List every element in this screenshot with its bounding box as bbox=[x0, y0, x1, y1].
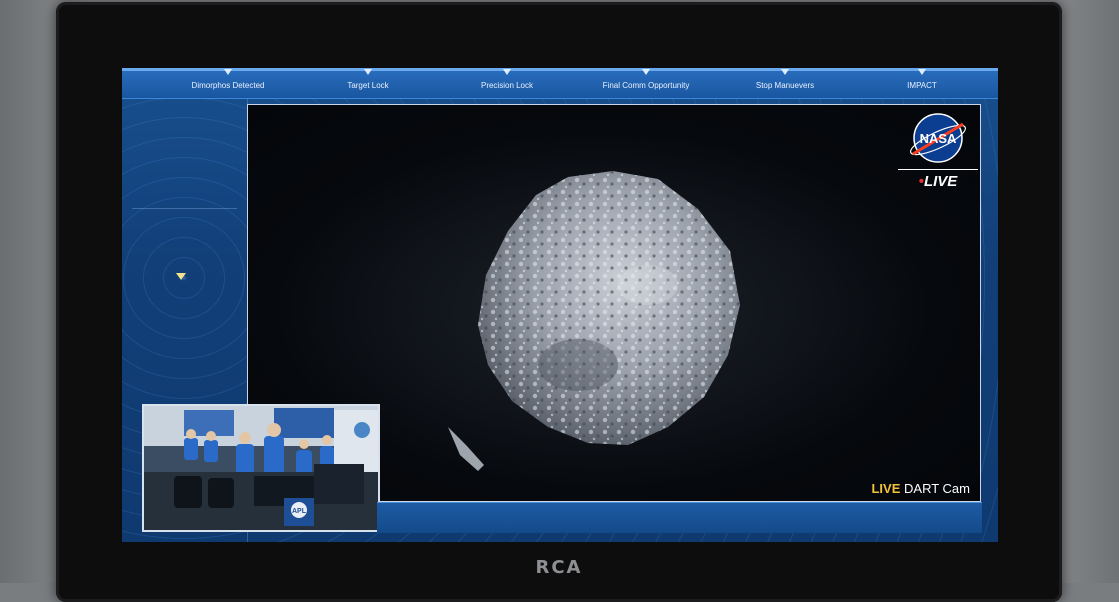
live-badge: •LIVE bbox=[898, 169, 978, 190]
milestone-precision-lock: Precision Lock bbox=[480, 81, 534, 90]
timeline-track bbox=[122, 68, 998, 71]
bottom-info-strip bbox=[377, 502, 982, 533]
left-marker-icon bbox=[176, 273, 186, 280]
milestone-impact: IMPACT bbox=[907, 81, 937, 90]
mission-control-scene: APL bbox=[144, 406, 378, 530]
asteroid-surface-texture bbox=[478, 171, 740, 445]
asteroid-shadow bbox=[538, 339, 618, 391]
mission-control-pip: APL bbox=[142, 404, 380, 532]
screen: Dimorphos Detected Target Lock Precision… bbox=[122, 68, 998, 542]
timeline-tick-icon bbox=[642, 69, 650, 75]
cam-name-text: DART Cam bbox=[904, 481, 970, 496]
timeline-tick-icon bbox=[224, 69, 232, 75]
milestone-stop-maneuvers: Stop Manuevers bbox=[755, 81, 815, 90]
asteroid-dimorphos-image bbox=[448, 171, 740, 471]
nasa-logo-icon: NASA bbox=[910, 113, 966, 163]
timeline-tick-icon bbox=[503, 69, 511, 75]
milestone-final-comm: Final Comm Opportunity bbox=[602, 81, 690, 90]
live-badge-text: LIVE bbox=[923, 173, 958, 190]
timeline-tick-icon bbox=[364, 69, 372, 75]
timeline-tick-icon bbox=[781, 69, 789, 75]
svg-text:NASA: NASA bbox=[920, 131, 957, 146]
timeline-tick-icon bbox=[918, 69, 926, 75]
dart-cam-label: LIVE DART Cam bbox=[871, 481, 970, 496]
svg-text:APL: APL bbox=[292, 508, 307, 515]
monitor-brand: RCA bbox=[535, 557, 583, 578]
mission-timeline: Dimorphos Detected Target Lock Precision… bbox=[122, 68, 998, 99]
cam-live-text: LIVE bbox=[871, 481, 901, 496]
asteroid-highlight bbox=[618, 265, 678, 305]
asteroid-fragment bbox=[448, 427, 484, 471]
milestone-target-lock: Target Lock bbox=[347, 81, 389, 90]
milestone-dimorphos-detected: Dimorphos Detected bbox=[191, 81, 265, 90]
